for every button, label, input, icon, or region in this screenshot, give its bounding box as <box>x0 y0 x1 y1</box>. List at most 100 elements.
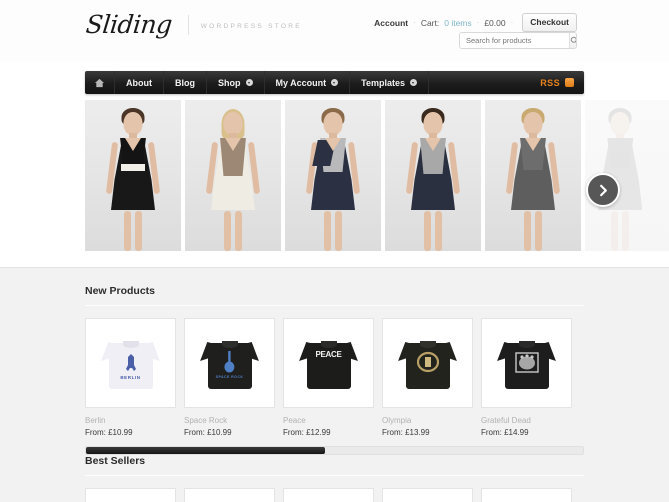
product-search[interactable] <box>459 32 577 49</box>
tshirt-image <box>397 337 459 389</box>
model-photo-2 <box>185 100 281 251</box>
checkout-button[interactable]: Checkout <box>522 13 577 32</box>
site-header: Sliding WORDPRESS STORE Account · Cart: … <box>0 0 669 62</box>
slide-track <box>85 100 581 251</box>
content-area: New Products BERLIN SPACE ROCK PEACE Ber… <box>0 267 669 502</box>
product-price: From: £14.99 <box>481 428 529 437</box>
slide-item[interactable] <box>385 100 481 251</box>
cart-label: Cart: <box>420 17 440 28</box>
separator-2: · <box>476 18 480 27</box>
new-products-grid: BERLIN SPACE ROCK PEACE <box>85 306 584 408</box>
shirt-graphic: SPACE ROCK <box>214 351 246 380</box>
best-sellers-section: Best Sellers <box>85 455 584 502</box>
model-photo-3 <box>285 100 381 251</box>
tshirt-image <box>496 337 558 389</box>
product-meta: Space Rock From: £10.99 <box>184 416 275 437</box>
chevron-down-icon <box>245 79 253 86</box>
home-icon <box>94 78 105 87</box>
main-navigation: About Blog Shop My Account Templates RSS <box>85 71 584 94</box>
separator-3: · <box>510 18 514 27</box>
hero-slider <box>0 100 669 267</box>
account-bar: Account · Cart: 0 items · £0.00 · Checko… <box>374 13 577 32</box>
section-title-new-products: New Products <box>85 285 156 297</box>
search-icon <box>570 36 576 43</box>
products-scrollbar[interactable] <box>85 446 584 455</box>
search-button[interactable] <box>569 33 576 48</box>
new-products-section: New Products BERLIN SPACE ROCK PEACE Ber… <box>85 285 584 455</box>
rss-link[interactable]: RSS <box>532 71 584 94</box>
guitar-icon <box>224 351 235 373</box>
product-meta: Peace From: £12.99 <box>283 416 374 437</box>
nav-label: About <box>126 77 152 88</box>
bear-icon <box>125 354 136 371</box>
tshirt-image: PEACE <box>298 337 360 389</box>
logo-tagline: WORDPRESS STORE <box>200 23 302 30</box>
product-meta: Grateful Dead From: £14.99 <box>481 416 572 437</box>
section-title-best-sellers: Best Sellers <box>85 455 146 467</box>
slide-item[interactable] <box>485 100 581 251</box>
site-logo[interactable]: Sliding WORDPRESS STORE <box>84 10 302 39</box>
product-price: From: £10.99 <box>85 428 133 437</box>
new-products-meta: Berlin From: £10.99 Space Rock From: £10… <box>85 408 584 437</box>
cart-item-count[interactable]: 0 items <box>444 18 471 28</box>
chevron-right-icon <box>599 184 607 196</box>
product-card[interactable] <box>184 488 275 502</box>
tshirt-image: SPACE ROCK <box>199 337 261 389</box>
shirt-graphic <box>412 351 444 376</box>
shirt-graphic <box>511 350 543 377</box>
nav-label: Blog <box>175 77 195 88</box>
cart-total: £0.00 <box>484 17 506 28</box>
product-name[interactable]: Peace <box>283 416 374 428</box>
crest-icon <box>416 351 439 373</box>
logo-divider <box>187 14 189 35</box>
rss-icon <box>565 78 574 87</box>
nav-label: My Account <box>275 77 327 88</box>
product-card[interactable] <box>283 488 374 502</box>
nav-item-templates[interactable]: Templates <box>350 71 430 94</box>
product-name[interactable]: Space Rock <box>184 416 275 428</box>
product-card[interactable] <box>382 318 473 408</box>
nav-item-home[interactable] <box>85 71 115 94</box>
slide-item[interactable] <box>85 100 181 251</box>
skull-icon <box>514 352 539 373</box>
scrollbar-thumb[interactable] <box>86 447 325 454</box>
product-name[interactable]: Olympia <box>382 416 473 428</box>
slider-next-button[interactable] <box>586 173 620 207</box>
nav-label: Templates <box>361 77 406 88</box>
model-photo-4 <box>385 100 481 251</box>
product-card[interactable]: PEACE <box>283 318 374 408</box>
chevron-down-icon <box>410 79 418 86</box>
search-input[interactable] <box>460 33 569 48</box>
product-price: From: £13.99 <box>382 428 430 437</box>
nav-item-about[interactable]: About <box>115 71 164 94</box>
tshirt-image: BERLIN <box>100 337 162 389</box>
store-page: Sliding WORDPRESS STORE Account · Cart: … <box>0 0 669 502</box>
logo-text: Sliding <box>84 10 174 39</box>
product-card[interactable]: SPACE ROCK <box>184 318 275 408</box>
nav-item-my-account[interactable]: My Account <box>265 71 351 94</box>
nav-label: Shop <box>218 77 241 88</box>
model-photo-5 <box>485 100 581 251</box>
rss-label: RSS <box>540 77 560 88</box>
separator-1: · <box>413 18 416 27</box>
product-card[interactable] <box>481 488 572 502</box>
model-photo-1 <box>85 100 181 251</box>
slide-item[interactable] <box>285 100 381 251</box>
shirt-graphic: BERLIN <box>115 353 147 381</box>
product-card[interactable] <box>481 318 572 408</box>
product-name[interactable]: Grateful Dead <box>481 416 572 428</box>
account-link[interactable]: Account <box>374 18 408 28</box>
product-price: From: £10.99 <box>184 428 232 437</box>
product-price: From: £12.99 <box>283 428 331 437</box>
product-name[interactable]: Berlin <box>85 416 176 428</box>
nav-item-blog[interactable]: Blog <box>164 71 207 94</box>
shirt-graphic: PEACE <box>315 350 342 359</box>
slide-item[interactable] <box>185 100 281 251</box>
nav-item-shop[interactable]: Shop <box>207 71 265 94</box>
best-sellers-grid <box>85 476 584 502</box>
product-card[interactable] <box>382 488 473 502</box>
product-card[interactable]: BERLIN <box>85 318 176 408</box>
product-meta: Olympia From: £13.99 <box>382 416 473 437</box>
product-card[interactable] <box>85 488 176 502</box>
